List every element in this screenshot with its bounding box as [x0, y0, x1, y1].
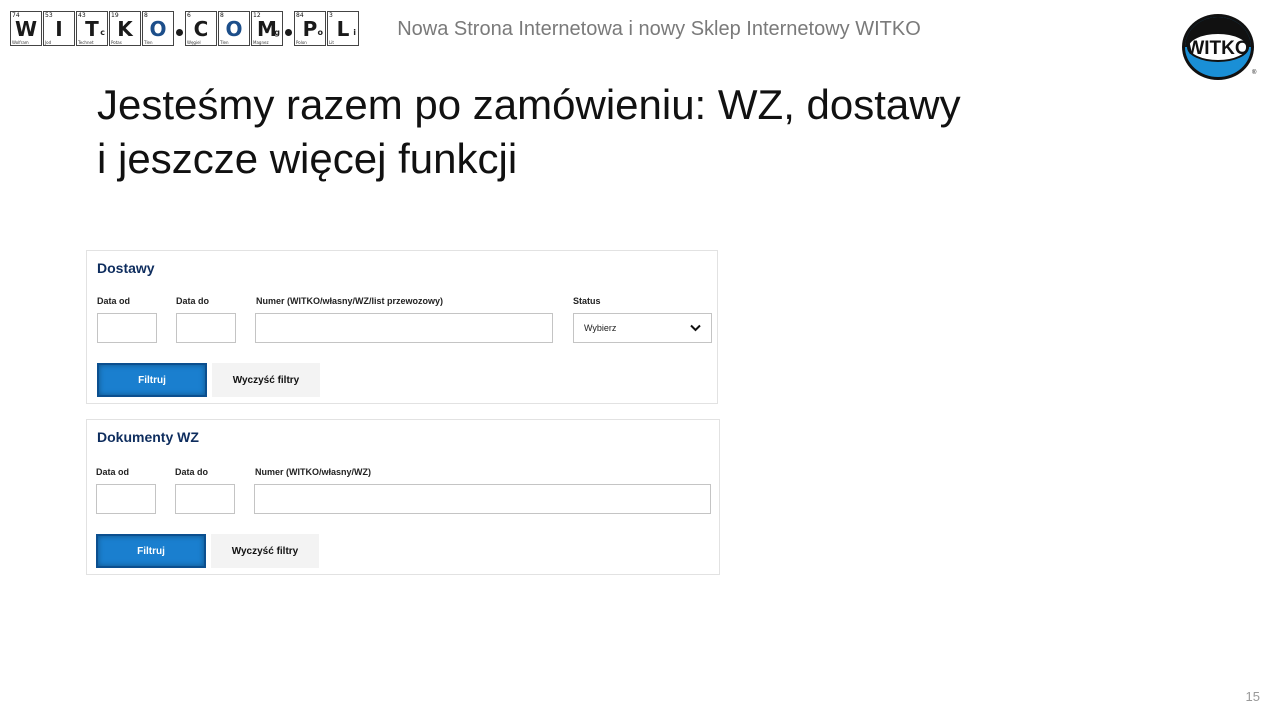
- wz-filter-button[interactable]: Filtruj: [96, 534, 206, 568]
- deliveries-filter-button[interactable]: Filtruj: [97, 363, 207, 397]
- wz-documents-title: Dokumenty WZ: [97, 429, 199, 445]
- witko-round-logo: WITKO ®: [1182, 14, 1257, 80]
- wz-date-to-label: Data do: [175, 467, 209, 477]
- deliveries-date-from-label: Data od: [97, 296, 131, 306]
- deliveries-clear-filters-button[interactable]: Wyczyść filtry: [212, 363, 320, 397]
- slide-page-number: 15: [1245, 689, 1260, 704]
- slide-heading-line-1: Jesteśmy razem po zamówieniu: WZ, dostaw…: [97, 81, 961, 128]
- round-logo-text: WITKO: [1186, 38, 1249, 59]
- wz-number-input[interactable]: [254, 484, 711, 514]
- deliveries-date-from-input[interactable]: [97, 313, 157, 343]
- wz-date-from-label: Data od: [96, 467, 130, 477]
- deliveries-title: Dostawy: [97, 260, 155, 276]
- slide-heading: Jesteśmy razem po zamówieniu: WZ, dostaw…: [97, 78, 1097, 186]
- wz-date-to-input[interactable]: [175, 484, 235, 514]
- deliveries-status-select[interactable]: Wybierz: [573, 313, 712, 343]
- chevron-down-icon: [690, 324, 701, 332]
- slide-heading-line-2: i jeszcze więcej funkcji: [97, 135, 518, 182]
- deliveries-number-input[interactable]: [255, 313, 553, 343]
- wz-clear-filters-button[interactable]: Wyczyść filtry: [211, 534, 319, 568]
- wz-documents-filter-panel: Dokumenty WZ Data od Data do Numer (WITK…: [86, 419, 720, 575]
- deliveries-status-label: Status: [573, 296, 601, 306]
- svg-text:®: ®: [1252, 69, 1257, 76]
- deliveries-status-value: Wybierz: [584, 323, 617, 333]
- wz-date-from-input[interactable]: [96, 484, 156, 514]
- wz-number-label: Numer (WITKO/własny/WZ): [255, 467, 372, 477]
- deliveries-date-to-input[interactable]: [176, 313, 236, 343]
- deliveries-date-to-label: Data do: [176, 296, 210, 306]
- deliveries-number-label: Numer (WITKO/własny/WZ/list przewozowy): [256, 296, 444, 306]
- header-title: Nowa Strona Internetowa i nowy Sklep Int…: [397, 18, 921, 40]
- deliveries-filter-panel: Dostawy Data od Data do Numer (WITKO/wła…: [86, 250, 718, 404]
